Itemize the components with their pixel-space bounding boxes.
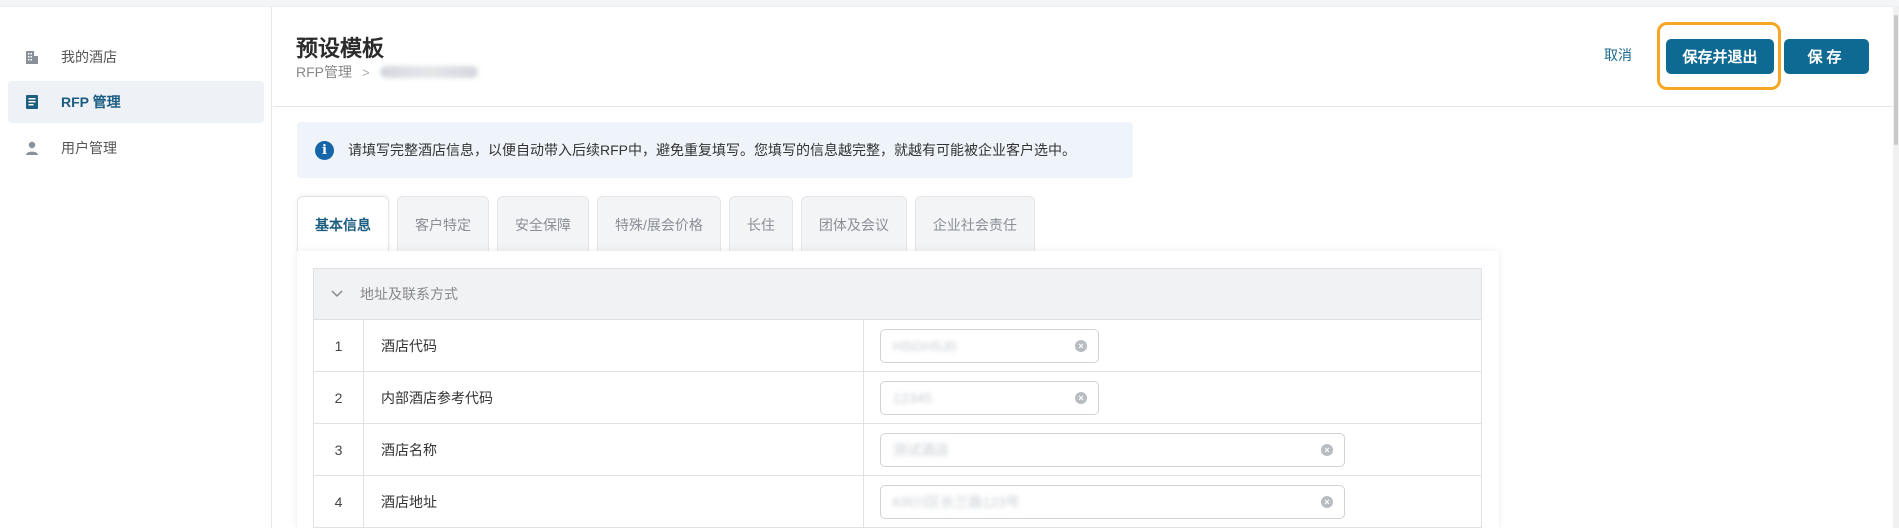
save-button[interactable]: 保存 bbox=[1784, 39, 1869, 74]
breadcrumb-root-link[interactable]: RFP管理 bbox=[296, 62, 352, 82]
top-strip bbox=[0, 0, 1899, 7]
page-title: 预设模板 bbox=[296, 36, 385, 61]
form-panel: 地址及联系方式 1 酒店代码 HSGH5J0 × 2 内部酒店参考代码 1234… bbox=[297, 251, 1499, 528]
row-number: 2 bbox=[314, 372, 364, 423]
row-label: 酒店地址 bbox=[364, 476, 864, 527]
building-icon bbox=[23, 48, 41, 66]
sidebar-item-users[interactable]: 用户管理 bbox=[8, 127, 264, 169]
row-value-cell: 测试酒店 × bbox=[864, 424, 1481, 475]
clear-icon[interactable]: × bbox=[1075, 340, 1087, 352]
scrollbar-thumb[interactable] bbox=[1894, 15, 1898, 145]
clear-icon[interactable]: × bbox=[1075, 392, 1087, 404]
row-value-cell: KR川区长兰路123号 × bbox=[864, 476, 1481, 527]
clear-icon[interactable]: × bbox=[1321, 444, 1333, 456]
user-icon bbox=[23, 139, 41, 157]
breadcrumb-current-blurred bbox=[379, 66, 478, 78]
scrollbar[interactable] bbox=[1893, 7, 1899, 528]
row-label: 酒店代码 bbox=[364, 320, 864, 371]
hotel-name-input[interactable]: 测试酒店 × bbox=[880, 433, 1345, 467]
table-row: 3 酒店名称 测试酒店 × bbox=[313, 424, 1482, 476]
tab-long-stay[interactable]: 长住 bbox=[728, 196, 793, 252]
page-header: 预设模板 RFP管理 > 取消 保存并退出 保存 bbox=[273, 7, 1899, 107]
sidebar-item-label: 用户管理 bbox=[61, 140, 117, 156]
clear-icon[interactable]: × bbox=[1321, 496, 1333, 508]
row-value-cell: 12345 × bbox=[864, 372, 1481, 423]
row-label: 酒店名称 bbox=[364, 424, 864, 475]
input-value: 测试酒店 bbox=[893, 442, 949, 458]
row-value-cell: HSGH5J0 × bbox=[864, 320, 1481, 371]
table-row: 1 酒店代码 HSGH5J0 × bbox=[313, 320, 1482, 372]
input-value: HSGH5J0 bbox=[893, 338, 957, 354]
tab-special-event-price[interactable]: 特殊/展会价格 bbox=[597, 196, 721, 252]
chevron-down-icon bbox=[330, 287, 344, 301]
row-number: 1 bbox=[314, 320, 364, 371]
tab-security[interactable]: 安全保障 bbox=[497, 196, 589, 252]
internal-ref-code-input[interactable]: 12345 × bbox=[880, 381, 1099, 415]
input-value: KR川区长兰路123号 bbox=[893, 494, 1020, 510]
sidebar-item-label: 我的酒店 bbox=[61, 49, 117, 65]
document-icon bbox=[23, 93, 41, 111]
section-header-address[interactable]: 地址及联系方式 bbox=[313, 268, 1482, 320]
section-title: 地址及联系方式 bbox=[360, 286, 458, 302]
row-number: 4 bbox=[314, 476, 364, 527]
tab-basic-info[interactable]: 基本信息 bbox=[297, 196, 389, 252]
hotel-address-input[interactable]: KR川区长兰路123号 × bbox=[880, 485, 1345, 519]
table-row: 2 内部酒店参考代码 12345 × bbox=[313, 372, 1482, 424]
breadcrumb: RFP管理 > bbox=[296, 62, 478, 82]
tab-bar: 基本信息 客户特定 安全保障 特殊/展会价格 长住 团体及会议 企业社会责任 bbox=[297, 196, 1043, 252]
info-icon: i bbox=[315, 140, 334, 160]
sidebar-item-label: RFP 管理 bbox=[61, 94, 121, 110]
sidebar: 我的酒店 RFP 管理 用户管理 bbox=[0, 7, 272, 528]
save-and-exit-button[interactable]: 保存并退出 bbox=[1666, 39, 1774, 74]
sidebar-item-my-hotels[interactable]: 我的酒店 bbox=[8, 36, 264, 78]
row-label: 内部酒店参考代码 bbox=[364, 372, 864, 423]
tab-csr[interactable]: 企业社会责任 bbox=[914, 196, 1035, 252]
tab-customer-specific[interactable]: 客户特定 bbox=[397, 196, 489, 252]
hotel-code-input[interactable]: HSGH5J0 × bbox=[880, 329, 1099, 363]
input-value: 12345 bbox=[893, 390, 932, 406]
info-banner: i 请填写完整酒店信息，以便自动带入后续RFP中，避免重复填写。您填写的信息越完… bbox=[297, 122, 1133, 178]
chevron-right-icon: > bbox=[362, 64, 370, 80]
cancel-button[interactable]: 取消 bbox=[1604, 45, 1632, 65]
table-row: 4 酒店地址 KR川区长兰路123号 × bbox=[313, 476, 1482, 528]
info-banner-text: 请填写完整酒店信息，以便自动带入后续RFP中，避免重复填写。您填写的信息越完整，… bbox=[348, 142, 1076, 158]
sidebar-item-rfp[interactable]: RFP 管理 bbox=[8, 81, 264, 123]
tab-group-meeting[interactable]: 团体及会议 bbox=[800, 196, 907, 252]
row-number: 3 bbox=[314, 424, 364, 475]
